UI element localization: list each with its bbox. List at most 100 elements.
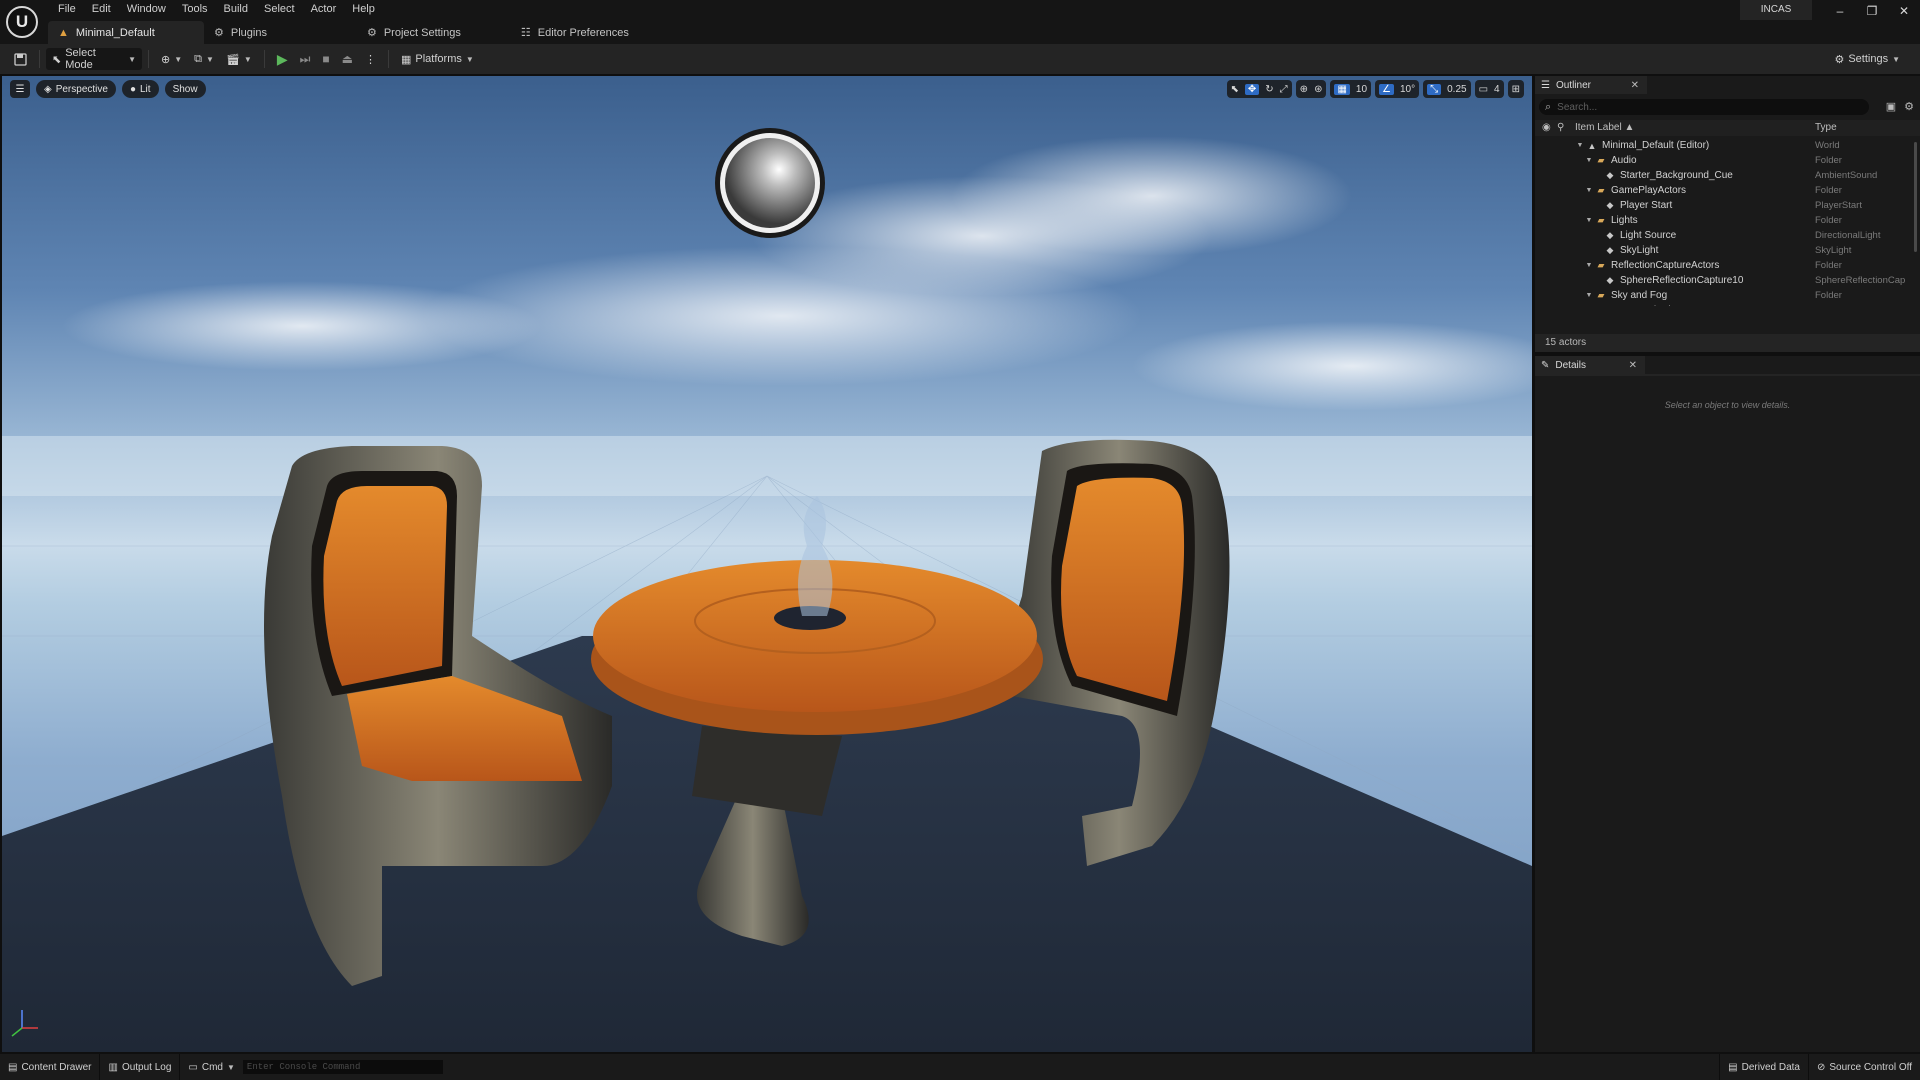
actor-icon: ◆ — [1606, 275, 1614, 285]
expand-arrow-icon[interactable]: ▼ — [1575, 142, 1585, 149]
outliner-row[interactable]: ▼ ▰ GamePlayActors Folder — [1535, 183, 1913, 198]
camera-speed-control[interactable]: ▭ 4 — [1474, 80, 1504, 98]
minimize-icon[interactable]: – — [1824, 0, 1856, 22]
tab-minimal-default[interactable]: ▲ Minimal_Default — [48, 21, 204, 44]
outliner-row-label: SkyLight — [1620, 245, 1659, 256]
visibility-eye-icon[interactable]: ◉ — [1542, 122, 1551, 133]
expand-arrow-icon[interactable]: ▼ — [1584, 262, 1594, 269]
add-folder-icon[interactable]: ▣ — [1886, 100, 1896, 113]
console-command-input[interactable] — [242, 1060, 443, 1074]
rotate-tool-icon[interactable]: ↻ — [1265, 84, 1273, 95]
chevron-down-icon: ▼ — [227, 1062, 235, 1072]
viewport-options-button[interactable]: ☰ — [10, 80, 30, 98]
outliner-row[interactable]: ▼ ▰ Sky and Fog Folder — [1535, 288, 1913, 303]
add-actor-icon: ⊕ — [161, 53, 171, 66]
menu-actor[interactable]: Actor — [303, 0, 345, 18]
outliner-scrollbar[interactable] — [1914, 142, 1917, 252]
outliner-row[interactable]: ▼ ▲ Minimal_Default (Editor) World — [1535, 138, 1913, 153]
status-bar: ▤ Content Drawer ▥ Output Log ▭ Cmd ▼ ▤ … — [0, 1054, 1920, 1080]
level-viewport[interactable]: ☰ ◈ Perspective ● Lit Show ⬉ ✥ ↻ ⤢ ⊕ ⊛ ▦… — [2, 76, 1532, 1052]
outliner-row[interactable]: ▼ ▰ ReflectionCaptureActors Folder — [1535, 258, 1913, 273]
menu-edit[interactable]: Edit — [84, 0, 119, 18]
outliner-row-label: Minimal_Default (Editor) — [1602, 140, 1710, 151]
expand-arrow-icon[interactable]: ▼ — [1584, 187, 1594, 194]
menu-window[interactable]: Window — [119, 0, 174, 18]
menu-tools[interactable]: Tools — [174, 0, 216, 18]
source-control-button[interactable]: ⊘ Source Control Off — [1809, 1054, 1920, 1080]
column-item-label[interactable]: Item Label ▲ — [1575, 122, 1634, 133]
select-tool-icon[interactable]: ⬉ — [1231, 84, 1239, 95]
cinematics-button[interactable]: 🎬︎ ▼ — [220, 48, 258, 70]
platforms-dropdown[interactable]: ▦ Platforms ▼ — [395, 48, 480, 70]
gear-icon[interactable]: ⚙ — [1904, 100, 1914, 113]
angle-snap-icon[interactable]: ∠ — [1379, 83, 1394, 95]
output-log-button[interactable]: ▥ Output Log — [100, 1054, 179, 1080]
outliner-row-label: SphereReflectionCapture10 — [1620, 275, 1744, 286]
horizon-haze — [2, 436, 1532, 496]
select-mode-dropdown[interactable]: ⬉ Select Mode ▼ — [46, 47, 142, 71]
advance-frame-button[interactable]: ⏭ — [294, 48, 317, 70]
content-drawer-button[interactable]: ▤ Content Drawer — [0, 1054, 99, 1080]
glass-sculpture[interactable] — [798, 496, 833, 616]
close-icon[interactable]: ✕ — [1631, 80, 1639, 91]
unreal-logo-icon[interactable]: U — [6, 6, 38, 38]
perspective-button[interactable]: ◈ Perspective — [36, 80, 116, 98]
show-flags-button[interactable]: Show — [164, 80, 206, 98]
blueprints-button[interactable]: ⧉ ▼ — [188, 48, 220, 70]
outliner-tab[interactable]: ☰ Outliner ✕ — [1535, 76, 1647, 94]
outliner-row[interactable]: ◆ SkyLight SkyLight — [1535, 243, 1913, 258]
tab-plugins[interactable]: ⚙ Plugins — [204, 21, 277, 44]
settings-dropdown[interactable]: ⚙ Settings ▼ — [1828, 48, 1906, 70]
translate-tool-icon[interactable]: ✥ — [1244, 83, 1260, 95]
view-mode-button[interactable]: ● Lit — [121, 80, 159, 98]
pin-icon[interactable]: ⚲ — [1557, 122, 1564, 133]
scene-render — [2, 128, 1532, 1052]
outliner-row[interactable]: ◆ SphereReflectionCapture10 SphereReflecti… — [1535, 273, 1913, 288]
outliner-row[interactable]: ◆Atmospheric Fog AtmosphericFog — [1535, 303, 1913, 306]
menu-build[interactable]: Build — [216, 0, 256, 18]
tab-project-settings[interactable]: ⚙ Project Settings — [357, 21, 471, 44]
close-window-icon[interactable]: ✕ — [1888, 0, 1920, 22]
save-button[interactable] — [8, 48, 33, 70]
close-icon[interactable]: ✕ — [1629, 360, 1637, 371]
play-button[interactable]: ▶ — [271, 48, 294, 70]
content-drawer-label: Content Drawer — [21, 1061, 92, 1073]
expand-arrow-icon[interactable]: ▼ — [1584, 217, 1594, 224]
derived-data-button[interactable]: ▤ Derived Data — [1720, 1054, 1808, 1080]
add-actor-button[interactable]: ⊕ ▼ — [155, 48, 188, 70]
globe-icon[interactable]: ⊕ — [1300, 84, 1308, 95]
scale-snap-icon[interactable]: ⤡ — [1427, 83, 1442, 95]
stop-button[interactable]: ■ — [316, 48, 335, 70]
scale-snap-control[interactable]: ⤡ 0.25 — [1423, 80, 1471, 98]
viewport-layout-button[interactable]: ⊞ — [1507, 80, 1524, 98]
menu-select[interactable]: Select — [256, 0, 303, 18]
tab-label: Minimal_Default — [75, 26, 155, 39]
column-type[interactable]: Type — [1815, 122, 1837, 133]
cmd-dropdown[interactable]: ▭ Cmd ▼ — [180, 1054, 243, 1080]
surface-snap-icon[interactable]: ⊛ — [1314, 84, 1322, 95]
outliner-row-label: Atmospheric Fog — [1620, 305, 1696, 306]
outliner-row[interactable]: ◆ Light Source DirectionalLight — [1535, 228, 1913, 243]
menu-help[interactable]: Help — [344, 0, 383, 18]
tab-editor-preferences[interactable]: ☷ Editor Preferences — [511, 21, 639, 44]
outliner-row-type: World — [1815, 140, 1840, 151]
details-tab[interactable]: ✎ Details ✕ — [1535, 356, 1645, 374]
scale-tool-icon[interactable]: ⤢ — [1280, 84, 1288, 95]
grid-snap-icon[interactable]: ▦ — [1334, 83, 1350, 95]
expand-arrow-icon[interactable]: ▼ — [1584, 292, 1594, 299]
outliner-row[interactable]: ▼ ▰ Lights Folder — [1535, 213, 1913, 228]
outliner-row[interactable]: ◆ Starter_Background_Cue AmbientSound — [1535, 168, 1913, 183]
chevron-down-icon: ▼ — [1892, 54, 1900, 64]
maximize-icon[interactable]: ❐ — [1856, 0, 1888, 22]
eject-button[interactable]: ⏏ — [336, 48, 359, 70]
outliner-search-input[interactable] — [1557, 101, 1848, 113]
outliner-row[interactable]: ▼ ▰ Audio Folder — [1535, 153, 1913, 168]
project-name-badge: INCAS — [1740, 0, 1812, 20]
menu-file[interactable]: File — [50, 0, 84, 18]
expand-arrow-icon[interactable]: ▼ — [1584, 157, 1594, 164]
play-options-button[interactable]: ⋮ — [359, 48, 382, 70]
grid-snap-control[interactable]: ▦ 10 — [1330, 80, 1372, 98]
outliner-row[interactable]: ◆ Player Start PlayerStart — [1535, 198, 1913, 213]
rotation-snap-control[interactable]: ∠ 10° — [1375, 80, 1420, 98]
reflection-capture-sphere — [725, 138, 815, 228]
